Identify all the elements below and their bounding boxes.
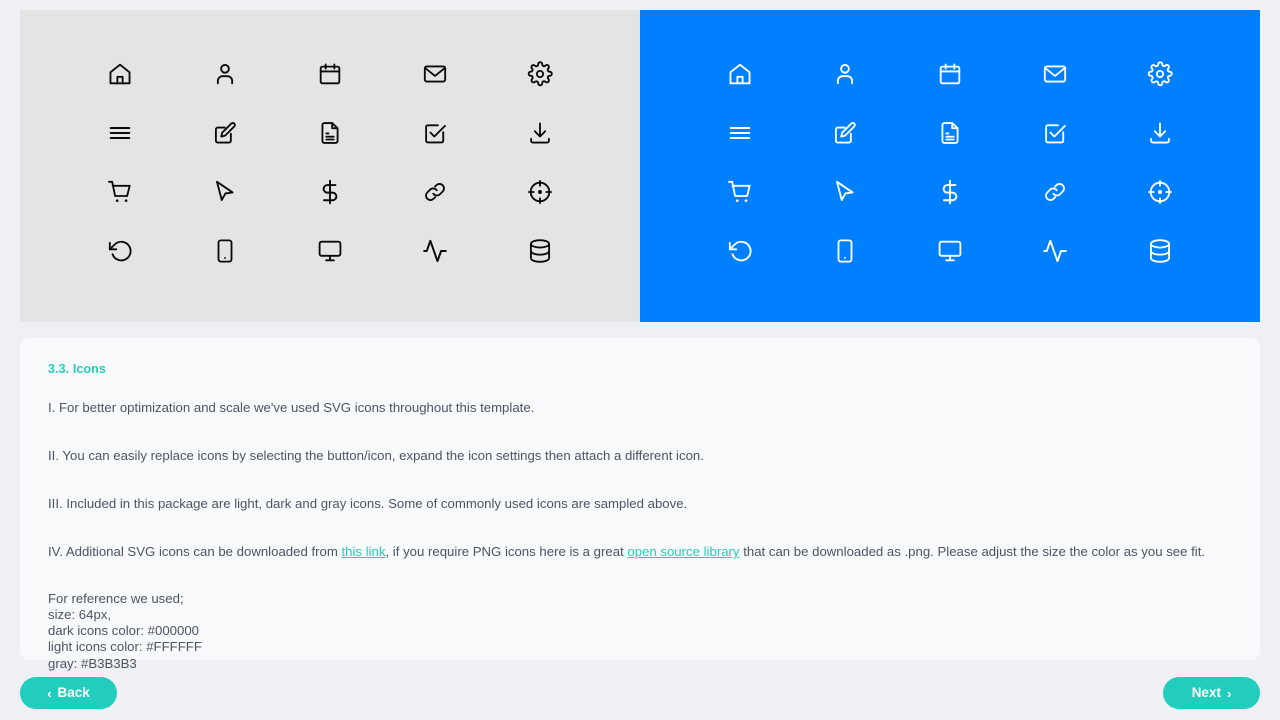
monitor-desktop-icon	[307, 228, 353, 274]
rotate-undo-icon	[97, 228, 143, 274]
back-button[interactable]: ‹ Back	[20, 677, 117, 709]
activity-pulse-icon	[412, 228, 458, 274]
menu-hamburger-icon	[97, 110, 143, 156]
mobile-phone-icon	[822, 228, 868, 274]
next-button-label: Next	[1191, 685, 1221, 701]
rotate-undo-icon	[717, 228, 763, 274]
menu-hamburger-icon	[717, 110, 763, 156]
user-icon	[202, 51, 248, 97]
paragraph-iv-text-1: IV. Additional SVG icons can be download…	[48, 544, 342, 560]
home-icon	[717, 51, 763, 97]
link-chain-icon	[1032, 169, 1078, 215]
dollar-sign-icon	[927, 169, 973, 215]
next-button[interactable]: Next ›	[1163, 677, 1260, 709]
documentation-card: 3.3. Icons I. For better optimization an…	[20, 338, 1260, 671]
user-icon	[822, 51, 868, 97]
mail-icon	[1032, 51, 1078, 97]
mobile-phone-icon	[202, 228, 248, 274]
checkbox-checked-icon	[412, 110, 458, 156]
database-icon	[1137, 228, 1183, 274]
document-file-icon	[307, 110, 353, 156]
paragraph-iv: IV. Additional SVG icons can be download…	[48, 542, 1232, 561]
shopping-cart-icon	[717, 169, 763, 215]
chevron-left-icon: ‹	[47, 685, 52, 701]
icon-showcase-banner	[20, 10, 1260, 322]
dollar-sign-icon	[307, 169, 353, 215]
paragraph-ii: II. You can easily replace icons by sele…	[48, 448, 704, 464]
cursor-pointer-icon	[822, 169, 868, 215]
activity-pulse-icon	[1032, 228, 1078, 274]
checkbox-checked-icon	[1032, 110, 1078, 156]
download-icon	[1137, 110, 1183, 156]
database-icon	[517, 228, 563, 274]
crosshair-target-icon	[517, 169, 563, 215]
crosshair-target-icon	[1137, 169, 1183, 215]
open-source-library-link[interactable]: open source library	[627, 544, 739, 559]
download-icon	[517, 110, 563, 156]
edit-pencil-icon	[822, 110, 868, 156]
edit-pencil-icon	[202, 110, 248, 156]
mail-icon	[412, 51, 458, 97]
this-link-link[interactable]: this link	[342, 544, 386, 559]
home-icon	[97, 51, 143, 97]
paragraph-iii: III. Included in this package are light,…	[48, 496, 688, 512]
page-root: 3.3. Icons I. For better optimization an…	[0, 0, 1280, 720]
chevron-right-icon: ›	[1226, 685, 1232, 701]
paragraph-iv-text-2: , if you require PNG icons here is a gre…	[385, 544, 628, 560]
page-title: 3.3. Icons	[48, 362, 106, 376]
cursor-pointer-icon	[202, 169, 248, 215]
light-icons-panel	[640, 10, 1260, 322]
shopping-cart-icon	[97, 169, 143, 215]
document-file-icon	[927, 110, 973, 156]
monitor-desktop-icon	[927, 228, 973, 274]
dark-icons-panel	[20, 10, 640, 322]
paragraph-iv-text-3: that can be downloaded as .png. Please a…	[739, 544, 1206, 560]
settings-gear-icon	[1137, 51, 1183, 97]
reference-specs: For reference we used; size: 64px, dark …	[48, 590, 202, 671]
link-chain-icon	[412, 169, 458, 215]
paragraph-i: I. For better optimization and scale we'…	[48, 400, 535, 415]
back-button-label: Back	[57, 685, 90, 701]
calendar-icon	[927, 51, 973, 97]
calendar-icon	[307, 51, 353, 97]
settings-gear-icon	[517, 51, 563, 97]
